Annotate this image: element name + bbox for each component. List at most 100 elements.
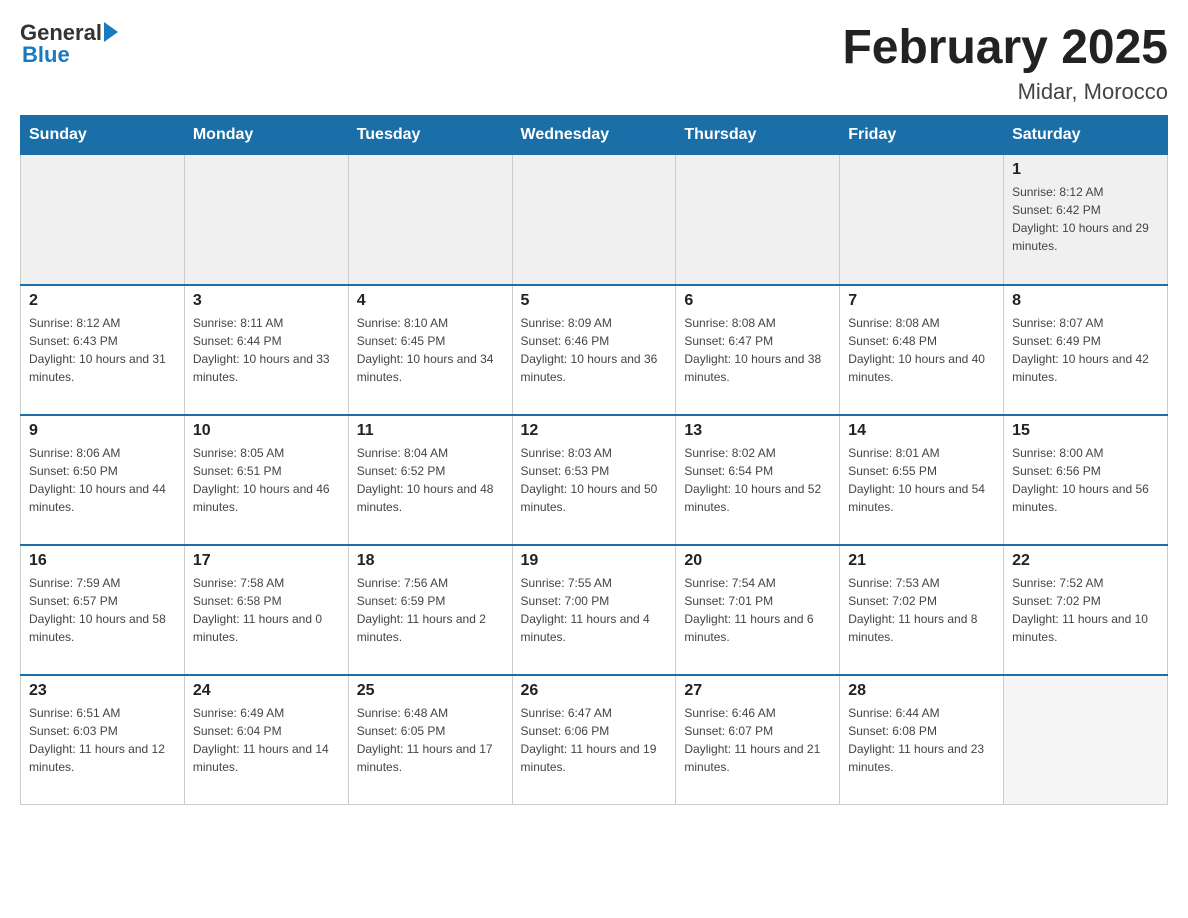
day-info: Sunrise: 8:04 AMSunset: 6:52 PMDaylight:… — [357, 444, 504, 516]
day-info: Sunrise: 7:58 AMSunset: 6:58 PMDaylight:… — [193, 574, 340, 646]
header-day-sunday: Sunday — [21, 116, 185, 155]
day-info: Sunrise: 8:00 AMSunset: 6:56 PMDaylight:… — [1012, 444, 1159, 516]
day-number: 21 — [848, 552, 995, 570]
calendar-cell: 12Sunrise: 8:03 AMSunset: 6:53 PMDayligh… — [512, 415, 676, 545]
calendar-cell: 8 Sunrise: 8:07 AMSunset: 6:49 PMDaylight… — [1004, 285, 1168, 415]
logo: General Blue — [20, 20, 118, 68]
day-number: 28 — [848, 682, 995, 700]
day-info: Sunrise: 7:52 AMSunset: 7:02 PMDaylight:… — [1012, 574, 1159, 646]
day-info: Sunrise: 7:53 AMSunset: 7:02 PMDaylight:… — [848, 574, 995, 646]
day-info: Sunrise: 6:47 AMSunset: 6:06 PMDaylight:… — [521, 704, 668, 776]
header-day-saturday: Saturday — [1004, 116, 1168, 155]
calendar-cell — [184, 155, 348, 285]
day-number: 2 — [29, 292, 176, 310]
day-number: 13 — [684, 422, 831, 440]
day-info: Sunrise: 7:59 AMSunset: 6:57 PMDaylight:… — [29, 574, 176, 646]
day-info: Sunrise: 8:12 AMSunset: 6:43 PMDaylight:… — [29, 314, 176, 386]
day-number: 19 — [521, 552, 668, 570]
day-info: Sunrise: 8:02 AMSunset: 6:54 PMDaylight:… — [684, 444, 831, 516]
calendar-cell: 21 Sunrise: 7:53 AMSunset: 7:02 PMDayligh… — [840, 545, 1004, 675]
calendar-week-3: 9Sunrise: 8:06 AMSunset: 6:50 PMDaylight… — [21, 415, 1168, 545]
calendar-cell: 17 Sunrise: 7:58 AMSunset: 6:58 PMDayligh… — [184, 545, 348, 675]
calendar-cell: 18 Sunrise: 7:56 AMSunset: 6:59 PMDayligh… — [348, 545, 512, 675]
day-number: 11 — [357, 422, 504, 440]
day-number: 25 — [357, 682, 504, 700]
calendar-cell: 4 Sunrise: 8:10 AMSunset: 6:45 PMDaylight… — [348, 285, 512, 415]
calendar-cell: 23 Sunrise: 6:51 AMSunset: 6:03 PMDayligh… — [21, 675, 185, 805]
calendar-cell — [348, 155, 512, 285]
calendar-cell: 9Sunrise: 8:06 AMSunset: 6:50 PMDaylight… — [21, 415, 185, 545]
calendar-cell: 6 Sunrise: 8:08 AMSunset: 6:47 PMDaylight… — [676, 285, 840, 415]
day-info: Sunrise: 6:49 AMSunset: 6:04 PMDaylight:… — [193, 704, 340, 776]
day-info: Sunrise: 8:12 AMSunset: 6:42 PMDaylight:… — [1012, 183, 1159, 255]
logo-blue-text: Blue — [22, 42, 70, 68]
day-number: 17 — [193, 552, 340, 570]
calendar-cell: 5Sunrise: 8:09 AMSunset: 6:46 PMDaylight… — [512, 285, 676, 415]
day-number: 26 — [521, 682, 668, 700]
day-number: 22 — [1012, 552, 1159, 570]
calendar-cell: 15Sunrise: 8:00 AMSunset: 6:56 PMDayligh… — [1004, 415, 1168, 545]
day-info: Sunrise: 6:51 AMSunset: 6:03 PMDaylight:… — [29, 704, 176, 776]
day-info: Sunrise: 8:07 AMSunset: 6:49 PMDaylight:… — [1012, 314, 1159, 386]
calendar-subtitle: Midar, Morocco — [842, 79, 1168, 105]
header-row: SundayMondayTuesdayWednesdayThursdayFrid… — [21, 116, 1168, 155]
calendar-cell: 22 Sunrise: 7:52 AMSunset: 7:02 PMDayligh… — [1004, 545, 1168, 675]
calendar-cell: 27 Sunrise: 6:46 AMSunset: 6:07 PMDayligh… — [676, 675, 840, 805]
day-info: Sunrise: 8:01 AMSunset: 6:55 PMDaylight:… — [848, 444, 995, 516]
calendar-week-2: 2 Sunrise: 8:12 AMSunset: 6:43 PMDaylight… — [21, 285, 1168, 415]
day-info: Sunrise: 7:56 AMSunset: 6:59 PMDaylight:… — [357, 574, 504, 646]
day-info: Sunrise: 6:48 AMSunset: 6:05 PMDaylight:… — [357, 704, 504, 776]
calendar-cell: 7Sunrise: 8:08 AMSunset: 6:48 PMDaylight… — [840, 285, 1004, 415]
calendar-cell — [21, 155, 185, 285]
day-number: 16 — [29, 552, 176, 570]
calendar-body: 1 Sunrise: 8:12 AMSunset: 6:42 PMDaylight… — [21, 155, 1168, 805]
day-info: Sunrise: 8:08 AMSunset: 6:47 PMDaylight:… — [684, 314, 831, 386]
day-number: 18 — [357, 552, 504, 570]
calendar-cell — [512, 155, 676, 285]
calendar-cell: 19 Sunrise: 7:55 AMSunset: 7:00 PMDayligh… — [512, 545, 676, 675]
calendar-cell: 13 Sunrise: 8:02 AMSunset: 6:54 PMDayligh… — [676, 415, 840, 545]
day-number: 10 — [193, 422, 340, 440]
day-number: 8 — [1012, 292, 1159, 310]
day-info: Sunrise: 7:55 AMSunset: 7:00 PMDaylight:… — [521, 574, 668, 646]
day-info: Sunrise: 8:10 AMSunset: 6:45 PMDaylight:… — [357, 314, 504, 386]
calendar-week-4: 16 Sunrise: 7:59 AMSunset: 6:57 PMDayligh… — [21, 545, 1168, 675]
calendar-cell — [1004, 675, 1168, 805]
page-header: General Blue February 2025 Midar, Morocc… — [20, 20, 1168, 105]
calendar-cell — [840, 155, 1004, 285]
day-number: 7 — [848, 292, 995, 310]
day-info: Sunrise: 7:54 AMSunset: 7:01 PMDaylight:… — [684, 574, 831, 646]
day-number: 5 — [521, 292, 668, 310]
day-number: 4 — [357, 292, 504, 310]
calendar-week-5: 23 Sunrise: 6:51 AMSunset: 6:03 PMDayligh… — [21, 675, 1168, 805]
day-number: 3 — [193, 292, 340, 310]
day-number: 6 — [684, 292, 831, 310]
day-number: 1 — [1012, 161, 1159, 179]
calendar-cell: 2 Sunrise: 8:12 AMSunset: 6:43 PMDaylight… — [21, 285, 185, 415]
calendar-cell: 3 Sunrise: 8:11 AMSunset: 6:44 PMDaylight… — [184, 285, 348, 415]
day-number: 14 — [848, 422, 995, 440]
day-number: 20 — [684, 552, 831, 570]
title-block: February 2025 Midar, Morocco — [842, 20, 1168, 105]
day-number: 9 — [29, 422, 176, 440]
day-info: Sunrise: 6:46 AMSunset: 6:07 PMDaylight:… — [684, 704, 831, 776]
header-day-friday: Friday — [840, 116, 1004, 155]
day-info: Sunrise: 6:44 AMSunset: 6:08 PMDaylight:… — [848, 704, 995, 776]
calendar-cell: 14 Sunrise: 8:01 AMSunset: 6:55 PMDayligh… — [840, 415, 1004, 545]
header-day-thursday: Thursday — [676, 116, 840, 155]
calendar-cell: 20 Sunrise: 7:54 AMSunset: 7:01 PMDayligh… — [676, 545, 840, 675]
day-info: Sunrise: 8:11 AMSunset: 6:44 PMDaylight:… — [193, 314, 340, 386]
calendar-cell: 16 Sunrise: 7:59 AMSunset: 6:57 PMDayligh… — [21, 545, 185, 675]
day-number: 24 — [193, 682, 340, 700]
header-day-tuesday: Tuesday — [348, 116, 512, 155]
header-day-wednesday: Wednesday — [512, 116, 676, 155]
calendar-cell: 10Sunrise: 8:05 AMSunset: 6:51 PMDayligh… — [184, 415, 348, 545]
calendar-cell: 1 Sunrise: 8:12 AMSunset: 6:42 PMDaylight… — [1004, 155, 1168, 285]
day-number: 12 — [521, 422, 668, 440]
calendar-table: SundayMondayTuesdayWednesdayThursdayFrid… — [20, 115, 1168, 805]
calendar-cell: 25 Sunrise: 6:48 AMSunset: 6:05 PMDayligh… — [348, 675, 512, 805]
calendar-cell — [676, 155, 840, 285]
day-number: 27 — [684, 682, 831, 700]
day-number: 23 — [29, 682, 176, 700]
header-day-monday: Monday — [184, 116, 348, 155]
